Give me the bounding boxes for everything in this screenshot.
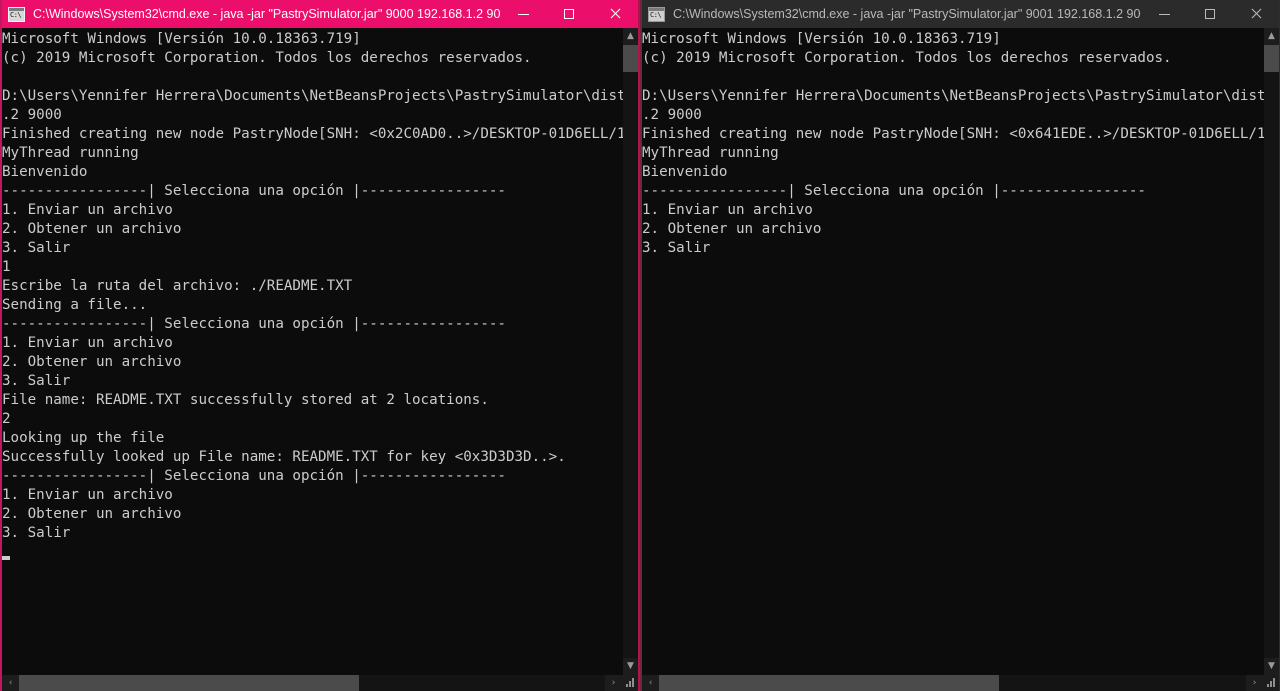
console-line: -----------------| Selecciona una opción… (642, 183, 1146, 199)
scroll-down-arrow-left[interactable]: ▼ (623, 658, 638, 675)
maximize-button-left[interactable] (546, 0, 592, 28)
vertical-scroll-thumb-right[interactable] (1264, 45, 1279, 72)
scroll-left-arrow-right[interactable]: ‹ (642, 675, 659, 691)
cmd-icon (8, 6, 25, 22)
console-line: .2 9000 (642, 107, 702, 123)
scroll-right-arrow-right[interactable]: › (1246, 675, 1263, 691)
scroll-down-arrow-right[interactable]: ▼ (1264, 658, 1279, 675)
titlebar-right[interactable]: C:\Windows\System32\cmd.exe - java -jar … (642, 0, 1279, 28)
console-line: Successfully looked up File name: README… (2, 449, 566, 465)
console-line: 1. Enviar un archivo (2, 335, 173, 351)
console-line: -----------------| Selecciona una opción… (2, 468, 506, 484)
maximize-icon (564, 9, 574, 19)
minimize-icon (517, 13, 529, 15)
console-line: 3. Salir (642, 240, 711, 256)
vertical-scroll-track-right[interactable] (1264, 45, 1279, 658)
window-title-right: C:\Windows\System32\cmd.exe - java -jar … (673, 7, 1141, 21)
close-button-right[interactable] (1233, 0, 1279, 28)
console-line: Microsoft Windows [Versión 10.0.18363.71… (642, 31, 1001, 47)
console-line: Microsoft Windows [Versión 10.0.18363.71… (2, 31, 361, 47)
console-line: File name: README.TXT successfully store… (2, 392, 489, 408)
console-output-left[interactable]: Microsoft Windows [Versión 10.0.18363.71… (2, 28, 623, 675)
text-cursor (2, 556, 10, 560)
console-line: 1 (2, 259, 11, 275)
minimize-button-left[interactable] (500, 0, 546, 28)
vertical-scrollbar-right[interactable]: ▲ ▼ (1264, 28, 1279, 675)
horizontal-scroll-track-left[interactable] (19, 675, 605, 691)
maximize-icon (1205, 9, 1215, 19)
close-icon (1250, 8, 1262, 20)
horizontal-scroll-thumb-right[interactable] (659, 675, 1000, 691)
console-cursor-line (2, 543, 623, 562)
console-line: MyThread running (2, 145, 139, 161)
console-line: (c) 2019 Microsoft Corporation. Todos lo… (642, 50, 1172, 66)
cmd-window-left[interactable]: C:\Windows\System32\cmd.exe - java -jar … (0, 0, 640, 691)
console-line: 2. Obtener un archivo (2, 221, 182, 237)
console-line: D:\Users\Yennifer Herrera\Documents\NetB… (642, 88, 1264, 104)
console-line: 1. Enviar un archivo (2, 487, 173, 503)
scroll-up-arrow-right[interactable]: ▲ (1264, 28, 1279, 45)
scroll-left-arrow-left[interactable]: ‹ (2, 675, 19, 691)
scroll-up-arrow-left[interactable]: ▲ (623, 28, 638, 45)
console-line: Finished creating new node PastryNode[SN… (2, 126, 623, 142)
window-controls-right (1141, 0, 1279, 28)
console-line: 3. Salir (2, 373, 71, 389)
console-line: 1. Enviar un archivo (642, 202, 813, 218)
desktop: C:\Windows\System32\cmd.exe - java -jar … (0, 0, 1280, 691)
window-controls-left (500, 0, 638, 28)
vertical-scrollbar-left[interactable]: ▲ ▼ (623, 28, 638, 675)
console-line: Sending a file... (2, 297, 148, 313)
console-line: Finished creating new node PastryNode[SN… (642, 126, 1264, 142)
horizontal-scroll-track-right[interactable] (659, 675, 1246, 691)
titlebar-left[interactable]: C:\Windows\System32\cmd.exe - java -jar … (2, 0, 638, 28)
console-body-right: Microsoft Windows [Versión 10.0.18363.71… (642, 28, 1279, 675)
cmd-icon (648, 6, 665, 22)
console-line: Bienvenido (2, 164, 88, 180)
console-line: 2. Obtener un archivo (2, 506, 182, 522)
console-line: 2. Obtener un archivo (642, 221, 822, 237)
close-icon (609, 8, 621, 20)
console-body-left: Microsoft Windows [Versión 10.0.18363.71… (2, 28, 638, 675)
cmd-window-right[interactable]: C:\Windows\System32\cmd.exe - java -jar … (640, 0, 1280, 691)
resize-grip-left[interactable] (622, 675, 638, 691)
horizontal-scroll-thumb-left[interactable] (19, 675, 359, 691)
console-line: MyThread running (642, 145, 779, 161)
console-line: (c) 2019 Microsoft Corporation. Todos lo… (2, 50, 532, 66)
minimize-button-right[interactable] (1141, 0, 1187, 28)
console-line: Bienvenido (642, 164, 728, 180)
window-title-left: C:\Windows\System32\cmd.exe - java -jar … (33, 7, 500, 21)
console-line: Escribe la ruta del archivo: ./README.TX… (2, 278, 353, 294)
horizontal-scrollbar-right[interactable]: ‹ › (642, 675, 1279, 691)
vertical-scroll-track-left[interactable] (623, 45, 638, 658)
horizontal-scrollbar-left[interactable]: ‹ › (2, 675, 638, 691)
maximize-button-right[interactable] (1187, 0, 1233, 28)
minimize-icon (1158, 13, 1170, 15)
vertical-scroll-thumb-left[interactable] (623, 45, 638, 72)
console-line: .2 9000 (2, 107, 62, 123)
console-line: 1. Enviar un archivo (2, 202, 173, 218)
console-line: 3. Salir (2, 240, 71, 256)
console-line: D:\Users\Yennifer Herrera\Documents\NetB… (2, 88, 623, 104)
console-output-right[interactable]: Microsoft Windows [Versión 10.0.18363.71… (642, 28, 1264, 675)
scroll-right-arrow-left[interactable]: › (605, 675, 622, 691)
console-line: 3. Salir (2, 525, 71, 541)
console-line: -----------------| Selecciona una opción… (2, 183, 506, 199)
console-line: -----------------| Selecciona una opción… (2, 316, 506, 332)
resize-grip-right[interactable] (1263, 675, 1279, 691)
console-line: Looking up the file (2, 430, 165, 446)
close-button-left[interactable] (592, 0, 638, 28)
console-line: 2. Obtener un archivo (2, 354, 182, 370)
console-line: 2 (2, 411, 11, 427)
